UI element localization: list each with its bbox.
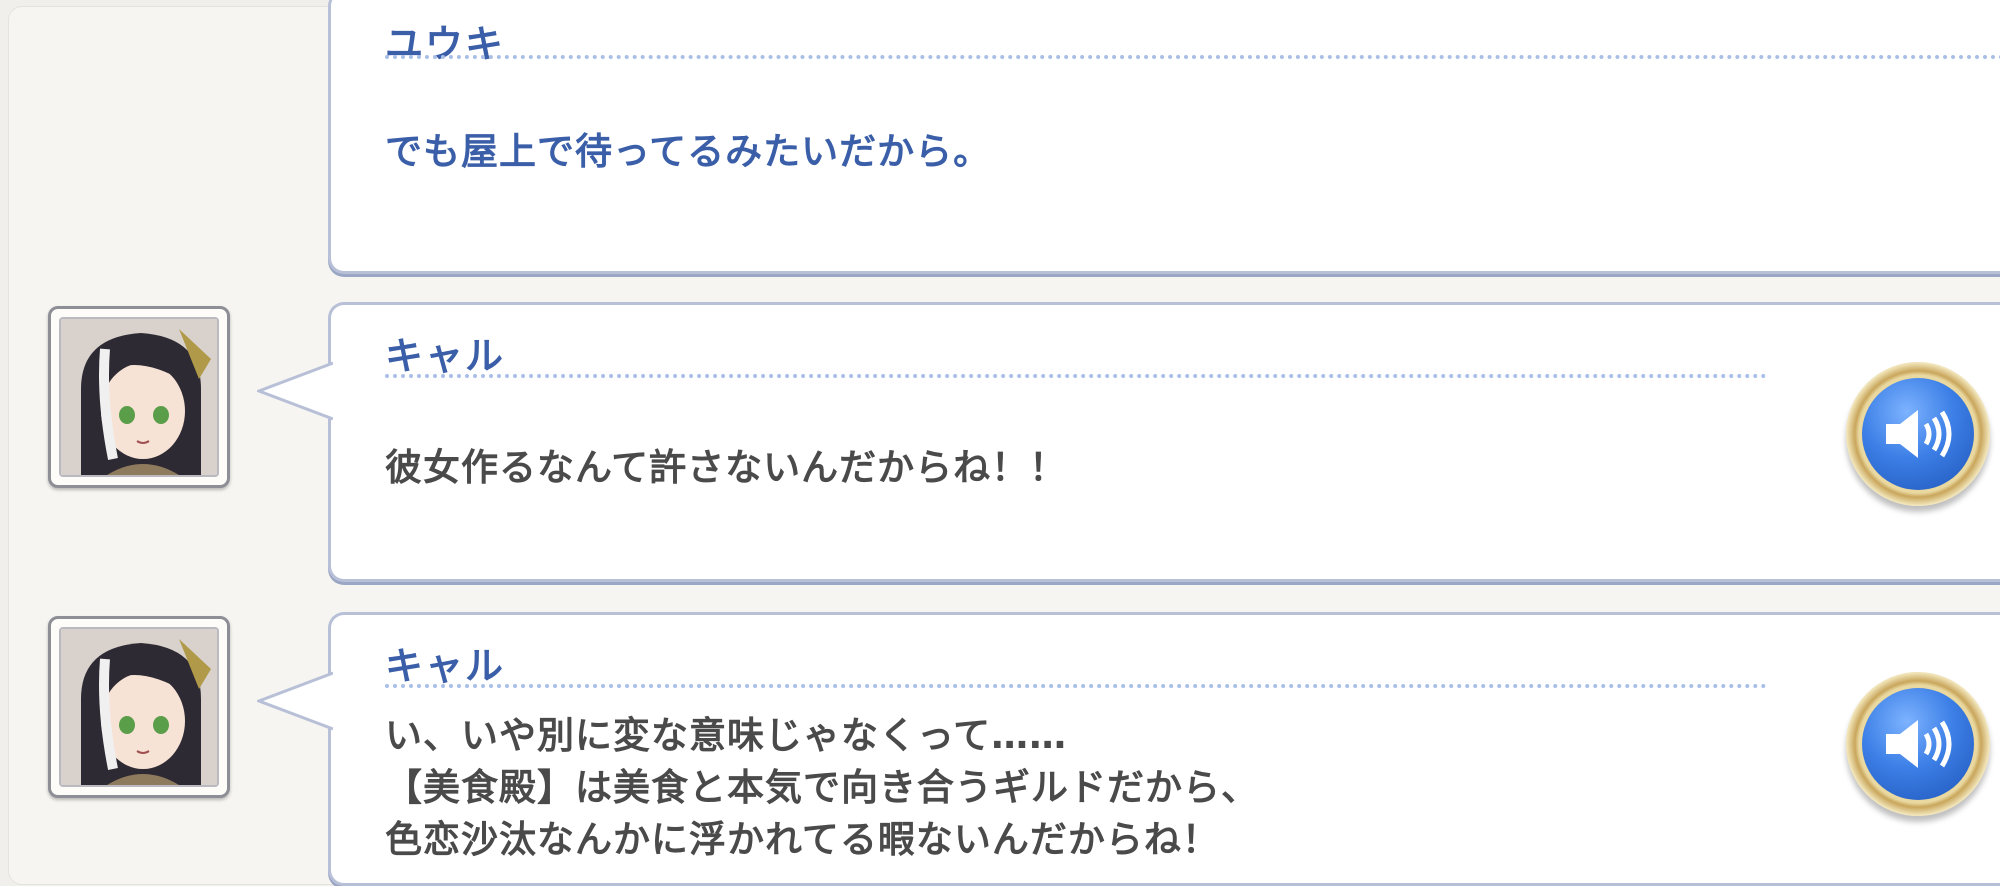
message-bubble-npc: キャル い、いや別に変な意味じゃなくって…… 【美食殿】は美食と本気で向き合うギ… xyxy=(257,612,2000,886)
dialogue-line: 【美食殿】は美食と本気で向き合うギルドだから、 xyxy=(385,766,1259,809)
voice-play-button[interactable] xyxy=(1846,672,1990,816)
speech-tail xyxy=(257,671,333,731)
speaker-name: キャル xyxy=(385,334,506,378)
portrait-image xyxy=(59,627,219,787)
dialogue-line: い、いや別に変な意味じゃなくって…… xyxy=(385,714,1068,757)
portrait-image xyxy=(59,317,219,477)
dialogue-line: 色恋沙汰なんかに浮かれてる暇ないんだからね！ xyxy=(385,818,1220,861)
speaker-volume-icon xyxy=(1886,720,1952,768)
message-bubble-npc: キャル 彼女作るなんて許さないんだからね！！ xyxy=(257,302,2000,582)
speech-tail xyxy=(257,361,333,421)
dotted-divider xyxy=(385,374,1767,378)
speaker-name: キャル xyxy=(385,644,506,688)
speaker-volume-icon xyxy=(1886,410,1952,458)
speaker-name: ユウキ xyxy=(385,22,506,66)
message-bubble-player: ユウキ でも屋上で待ってるみたいだから。 xyxy=(328,0,2000,274)
avatar-portrait xyxy=(48,306,230,488)
dotted-divider xyxy=(385,684,1767,688)
dialogue-line: 彼女作るなんて許さないんだからね！！ xyxy=(385,446,1068,489)
dialogue-line: でも屋上で待ってるみたいだから。 xyxy=(385,130,992,173)
dotted-divider xyxy=(385,55,2000,59)
voice-play-button[interactable] xyxy=(1846,362,1990,506)
avatar-portrait xyxy=(48,616,230,798)
